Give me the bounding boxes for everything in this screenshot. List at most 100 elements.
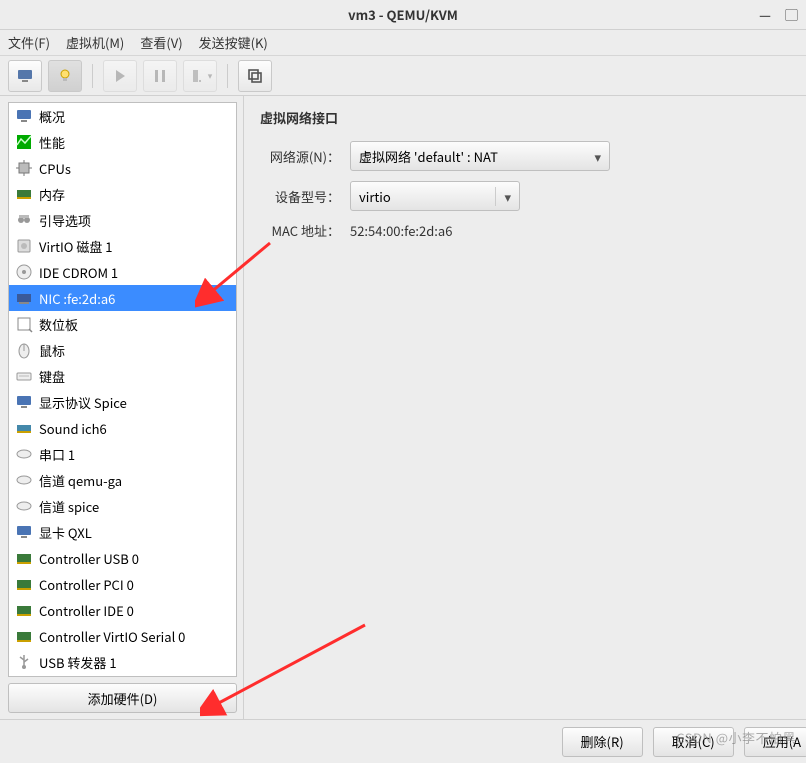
tablet-icon [15,315,33,333]
shutdown-button[interactable]: ▾ [183,60,217,92]
sidebar-item[interactable]: IDE CDROM 1 [9,259,236,285]
chevron-down-icon: ▾ [594,147,601,166]
sidebar-item[interactable]: NIC :fe:2d:a6 [9,285,236,311]
apply-button[interactable]: 应用(A [744,727,806,757]
sidebar-item-label: 概况 [39,107,65,126]
fullscreen-button[interactable] [238,60,272,92]
sidebar-item[interactable]: 显卡 QXL [9,519,236,545]
display-icon [15,393,33,411]
sidebar-item[interactable]: 显示协议 Spice [9,389,236,415]
sidebar-item-label: 性能 [39,133,65,152]
sidebar-item-label: IDE CDROM 1 [39,263,118,282]
maximize-icon[interactable]: ▢ [785,5,798,24]
sidebar-item[interactable]: CPUs [9,155,236,181]
stop-icon [188,67,206,85]
row-device-model: 设备型号： virtio ▾ [260,181,798,211]
sidebar-item[interactable]: Controller PCI 0 [9,571,236,597]
sidebar-item[interactable]: USB 转发器 1 [9,649,236,675]
combo-value: 虚拟网络 'default' : NAT [359,147,498,166]
delete-button[interactable]: 删除(R) [562,727,643,757]
sidebar-item[interactable]: USB 转发器 2 [9,675,236,677]
sidebar-item[interactable]: 键盘 [9,363,236,389]
titlebar: vm3 - QEMU/KVM — ▢ [0,0,806,30]
chevron-down-icon: ▾ [495,187,511,206]
menu-sendkey[interactable]: 发送按键(K) [199,33,268,52]
sidebar-item-label: CPUs [39,159,71,178]
sidebar: 概况性能 CPUs 内存引导选项VirtIO 磁盘 1 IDE CDROM 1 NIC … [0,96,244,719]
cdrom-icon [15,263,33,281]
channel-icon [15,471,33,489]
combo-device-model[interactable]: virtio ▾ [350,181,520,211]
sidebar-item-label: 信道 spice [39,497,99,516]
label-network-source: 网络源(N)： [260,147,350,166]
sidebar-item[interactable]: 内存 [9,181,236,207]
sidebar-item-label: Controller PCI 0 [39,575,134,594]
sidebar-item[interactable]: Controller USB 0 [9,545,236,571]
window-root: vm3 - QEMU/KVM — ▢ 文件(F) 虚拟机(M) 查看(V) 发送… [0,0,806,763]
sound-icon [15,419,33,437]
sidebar-item[interactable]: 引导选项 [9,207,236,233]
sidebar-item[interactable]: VirtIO 磁盘 1 [9,233,236,259]
sidebar-item-label: 显卡 QXL [39,523,92,542]
add-hardware-button[interactable]: 添加硬件(D) [8,683,237,713]
controller-icon [15,549,33,567]
play-icon [111,67,129,85]
sidebar-item[interactable]: 串口 1 [9,441,236,467]
chevron-down-icon: ▾ [208,69,213,82]
controller-icon [15,575,33,593]
sidebar-item-label: 数位板 [39,315,78,334]
section-title: 虚拟网络接口 [260,108,798,127]
sidebar-item[interactable]: Controller IDE 0 [9,597,236,623]
pause-icon [151,67,169,85]
sidebar-item[interactable]: 概况 [9,103,236,129]
performance-icon [15,133,33,151]
sidebar-item-label: Sound ich6 [39,419,107,438]
toolbar: ▾ [0,56,806,96]
bulb-icon [56,67,74,85]
disk-icon [15,237,33,255]
combo-value: virtio [359,187,391,206]
monitor-icon [16,67,34,85]
combo-network-source[interactable]: 虚拟网络 'default' : NAT ▾ [350,141,610,171]
sidebar-item[interactable]: 数位板 [9,311,236,337]
sidebar-item-label: 显示协议 Spice [39,393,127,412]
minimize-icon[interactable]: — [759,5,771,24]
sidebar-item[interactable]: 信道 qemu-ga [9,467,236,493]
sidebar-item-label: 鼠标 [39,341,65,360]
pause-button[interactable] [143,60,177,92]
sidebar-item[interactable]: 信道 spice [9,493,236,519]
row-mac: MAC 地址： 52:54:00:fe:2d:a6 [260,221,798,240]
cancel-button[interactable]: 取消(C) [653,727,734,757]
memory-icon [15,185,33,203]
value-mac: 52:54:00:fe:2d:a6 [350,221,452,240]
separator [92,64,93,88]
cpu-icon [15,159,33,177]
sidebar-item-label: Controller VirtIO Serial 0 [39,627,185,646]
hardware-list[interactable]: 概况性能 CPUs 内存引导选项VirtIO 磁盘 1 IDE CDROM 1 NIC … [8,102,237,677]
monitor-icon [15,107,33,125]
label-mac: MAC 地址： [260,221,350,240]
separator [227,64,228,88]
sidebar-item-label: 串口 1 [39,445,75,464]
menu-file[interactable]: 文件(F) [8,33,50,52]
sidebar-item[interactable]: Controller VirtIO Serial 0 [9,623,236,649]
sidebar-item[interactable]: Sound ich6 [9,415,236,441]
footer: 删除(R) 取消(C) 应用(A [0,719,806,763]
details-button[interactable] [48,60,82,92]
menu-view[interactable]: 查看(V) [140,33,182,52]
sidebar-item[interactable]: 鼠标 [9,337,236,363]
sidebar-item[interactable]: 性能 [9,129,236,155]
sidebar-item-label: 键盘 [39,367,65,386]
sidebar-item-label: USB 转发器 1 [39,653,117,672]
nic-icon [15,289,33,307]
sidebar-item-label: NIC :fe:2d:a6 [39,289,115,308]
play-button[interactable] [103,60,137,92]
video-icon [15,523,33,541]
menu-vm[interactable]: 虚拟机(M) [66,33,124,52]
window-controls: — ▢ [759,5,798,24]
usb-icon [15,653,33,671]
controller-icon [15,601,33,619]
console-button[interactable] [8,60,42,92]
menubar: 文件(F) 虚拟机(M) 查看(V) 发送按键(K) [0,30,806,56]
label-device-model: 设备型号： [260,187,350,206]
